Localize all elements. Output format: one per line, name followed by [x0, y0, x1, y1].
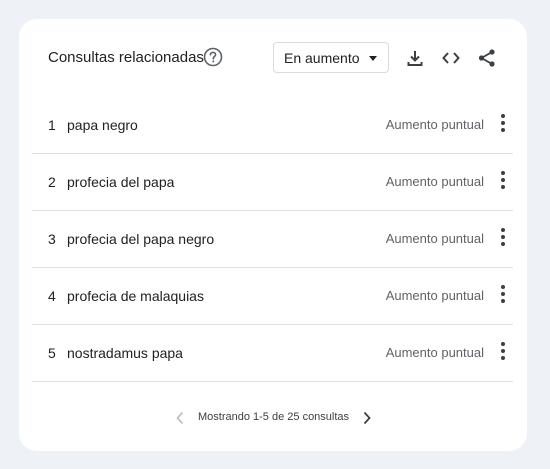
rank-number: 2 [48, 174, 56, 190]
query-term[interactable]: nostradamus papa [67, 345, 183, 361]
list-item[interactable]: 5 nostradamus papa Aumento puntual [32, 325, 513, 382]
more-vert-icon[interactable] [499, 342, 507, 362]
rank-number: 1 [48, 117, 56, 133]
rank-number: 5 [48, 345, 56, 361]
rank-number: 3 [48, 231, 56, 247]
query-term[interactable]: profecia del papa negro [67, 231, 214, 247]
related-queries-card: Consultas relacionadas En aumento 1 papa… [19, 19, 527, 451]
query-value: Aumento puntual [385, 117, 484, 132]
query-term[interactable]: profecia del papa [67, 174, 174, 190]
card-header: Consultas relacionadas En aumento [19, 19, 527, 97]
filter-select[interactable]: En aumento [273, 42, 389, 73]
query-term[interactable]: papa negro [67, 117, 138, 133]
query-value: Aumento puntual [385, 174, 484, 189]
query-list: 1 papa negro Aumento puntual 2 profecia … [32, 97, 513, 382]
rank-number: 4 [48, 288, 56, 304]
query-value: Aumento puntual [385, 231, 484, 246]
more-vert-icon[interactable] [499, 228, 507, 248]
caret-down-icon [369, 56, 377, 61]
embed-code-icon[interactable] [440, 47, 462, 69]
chevron-right-icon[interactable] [362, 410, 372, 431]
list-item[interactable]: 4 profecia de malaquias Aumento puntual [32, 268, 513, 325]
list-item[interactable]: 3 profecia del papa negro Aumento puntua… [32, 211, 513, 268]
share-icon[interactable] [476, 47, 498, 69]
chevron-left-icon[interactable] [175, 410, 185, 431]
more-vert-icon[interactable] [499, 114, 507, 134]
more-vert-icon[interactable] [499, 285, 507, 305]
more-vert-icon[interactable] [499, 171, 507, 191]
query-term[interactable]: profecia de malaquias [67, 288, 204, 304]
list-item[interactable]: 1 papa negro Aumento puntual [32, 97, 513, 154]
pagination-status: Mostrando 1-5 de 25 consultas [198, 411, 350, 423]
card-title: Consultas relacionadas [48, 49, 204, 66]
query-value: Aumento puntual [385, 288, 484, 303]
filter-select-value: En aumento [284, 50, 360, 66]
help-circle-icon[interactable] [203, 47, 223, 67]
download-icon[interactable] [404, 47, 426, 69]
query-value: Aumento puntual [385, 345, 484, 360]
list-item[interactable]: 2 profecia del papa Aumento puntual [32, 154, 513, 211]
pagination: Mostrando 1-5 de 25 consultas [19, 408, 527, 428]
